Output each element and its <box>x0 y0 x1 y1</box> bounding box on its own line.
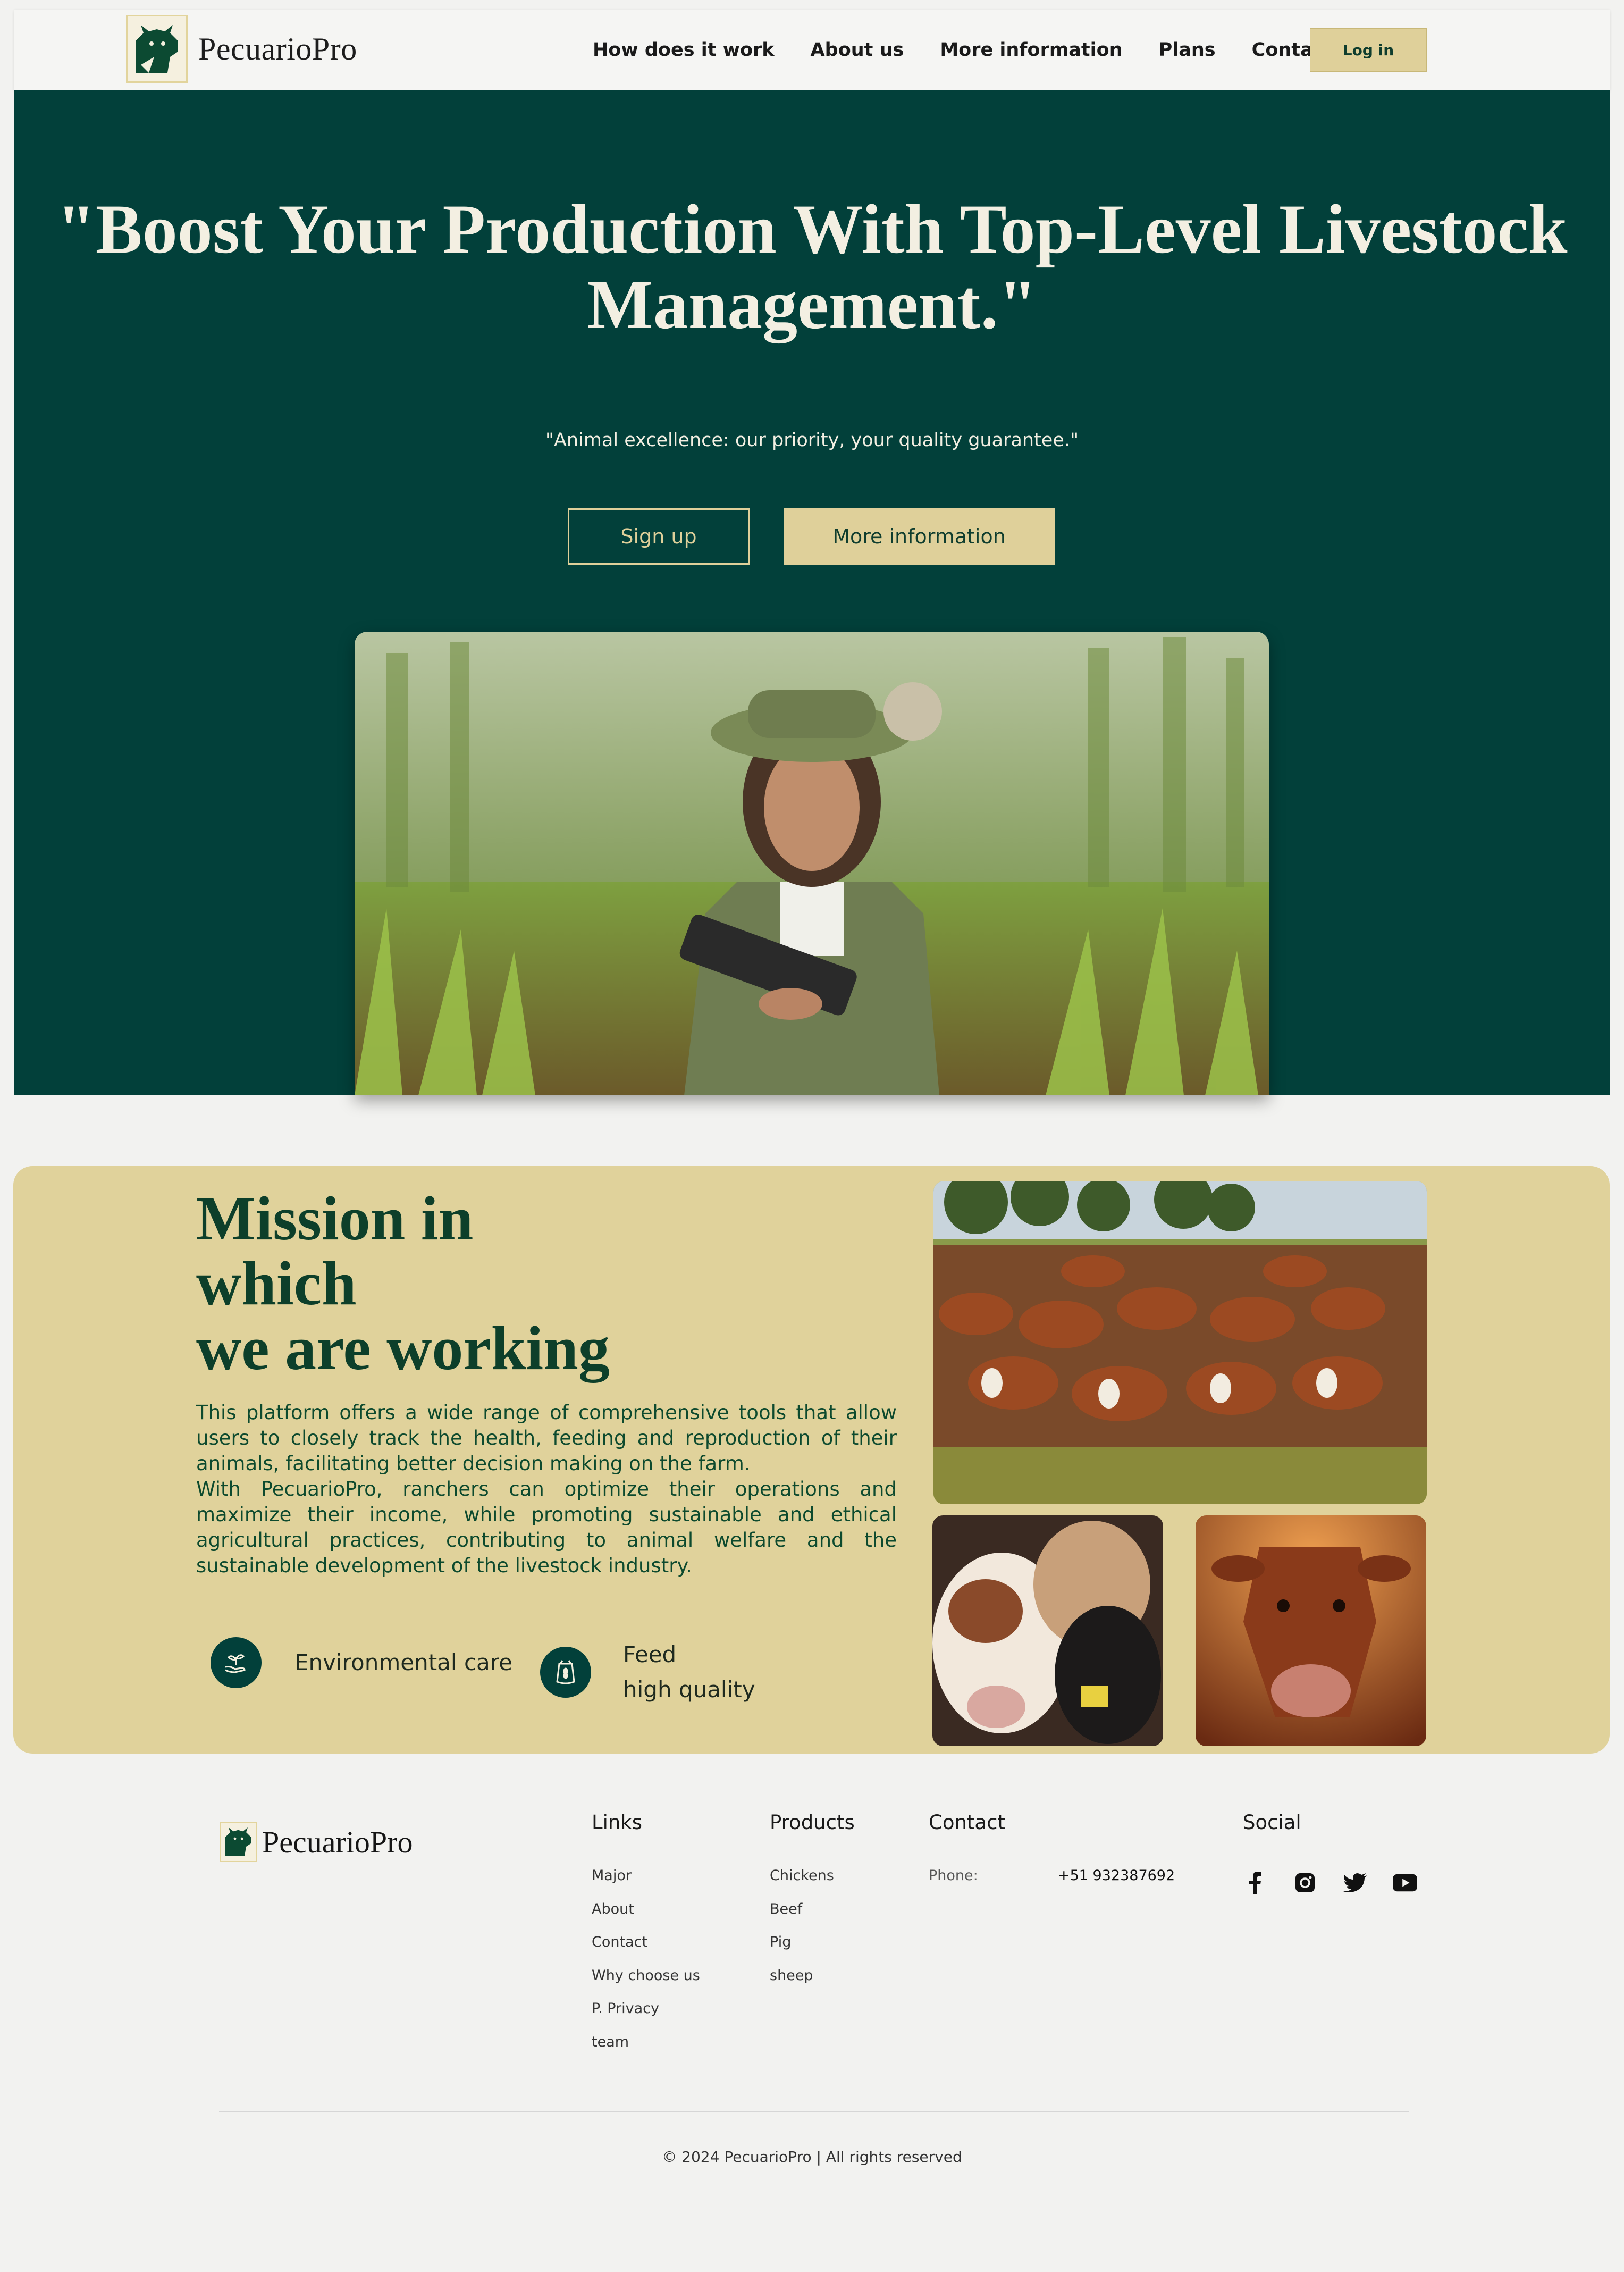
footer-contact-heading: Contact <box>929 1811 1005 1834</box>
cattle-herd-image <box>933 1181 1427 1504</box>
footer-link-why-choose-us[interactable]: Why choose us <box>592 1967 700 2001</box>
footer-brand-logo[interactable]: PecuarioPro <box>220 1822 413 1862</box>
phone-number[interactable]: +51 932387692 <box>1058 1867 1175 1884</box>
more-info-button[interactable]: More information <box>784 508 1055 565</box>
footer-link-privacy[interactable]: P. Privacy <box>592 2000 700 2034</box>
feed-bag-icon <box>540 1647 591 1698</box>
feature-label: Environmental care <box>294 1649 512 1675</box>
mission-paragraph: This platform offers a wide range of com… <box>196 1401 897 1475</box>
footer-divider <box>219 2111 1409 2112</box>
youtube-icon[interactable] <box>1393 1871 1417 1895</box>
nav-link-about[interactable]: About us <box>811 39 904 61</box>
hero-subtitle: "Animal excellence: our priority, your q… <box>545 430 1079 451</box>
cow-logo-icon <box>126 15 188 83</box>
footer-products-list: Chickens Beef Pig sheep <box>770 1867 834 2000</box>
footer-product-pig[interactable]: Pig <box>770 1934 834 1967</box>
nav-link-how-it-works[interactable]: How does it work <box>593 39 775 61</box>
footer-links-list: Major About Contact Why choose us P. Pri… <box>592 1867 700 2067</box>
footer-product-sheep[interactable]: sheep <box>770 1967 834 2001</box>
mission-section: Mission in which we are working This pla… <box>13 1166 1610 1754</box>
phone-label: Phone: <box>929 1867 978 1884</box>
footer-link-contact[interactable]: Contact <box>592 1934 700 1967</box>
footer-link-major[interactable]: Major <box>592 1867 700 1901</box>
social-icons <box>1243 1871 1443 1895</box>
nav-link-more-info[interactable]: More information <box>940 39 1122 61</box>
mission-paragraph: With PecuarioPro, ranchers can optimize … <box>196 1478 897 1577</box>
cow-logo-icon <box>220 1822 257 1862</box>
cow-sunset-image <box>1196 1515 1426 1746</box>
feature-label: Feed high quality <box>623 1641 755 1703</box>
footer-product-chickens[interactable]: Chickens <box>770 1867 834 1901</box>
feature-feed-quality: Feed high quality <box>540 1637 755 1707</box>
footer-links-heading: Links <box>592 1811 643 1834</box>
plant-hand-icon <box>211 1637 262 1688</box>
instagram-icon[interactable] <box>1293 1871 1317 1895</box>
copyright-text: © 2024 PecuarioPro | All rights reserved <box>662 2148 962 2166</box>
hero-image-farmer-with-tablet <box>355 632 1269 1095</box>
twitter-icon[interactable] <box>1343 1871 1367 1895</box>
brand-name: PecuarioPro <box>198 31 357 66</box>
hero-section: "Boost Your Production With Top-Level Li… <box>14 90 1610 1095</box>
footer-product-beef[interactable]: Beef <box>770 1901 834 1934</box>
nav-link-plans[interactable]: Plans <box>1159 39 1216 61</box>
footer-brand-name: PecuarioPro <box>262 1824 413 1859</box>
calves-closeup-image <box>932 1515 1163 1746</box>
footer-link-team[interactable]: team <box>592 2034 700 2067</box>
top-navbar: PecuarioPro How does it work About us Mo… <box>14 10 1610 90</box>
feature-environmental-care: Environmental care <box>211 1637 512 1688</box>
nav-menu: How does it work About us More informati… <box>593 10 1400 90</box>
footer-social-heading: Social <box>1243 1811 1301 1834</box>
login-button[interactable]: Log in <box>1310 28 1427 72</box>
footer-link-about[interactable]: About <box>592 1901 700 1934</box>
brand-logo[interactable]: PecuarioPro <box>126 15 357 83</box>
facebook-icon[interactable] <box>1243 1871 1267 1895</box>
mission-title: Mission in which we are working <box>196 1184 610 1383</box>
hero-title: "Boost Your Production With Top-Level Li… <box>56 190 1568 343</box>
footer-products-heading: Products <box>770 1811 855 1834</box>
mission-description: This platform offers a wide range of com… <box>196 1400 897 1579</box>
signup-button[interactable]: Sign up <box>568 508 750 565</box>
